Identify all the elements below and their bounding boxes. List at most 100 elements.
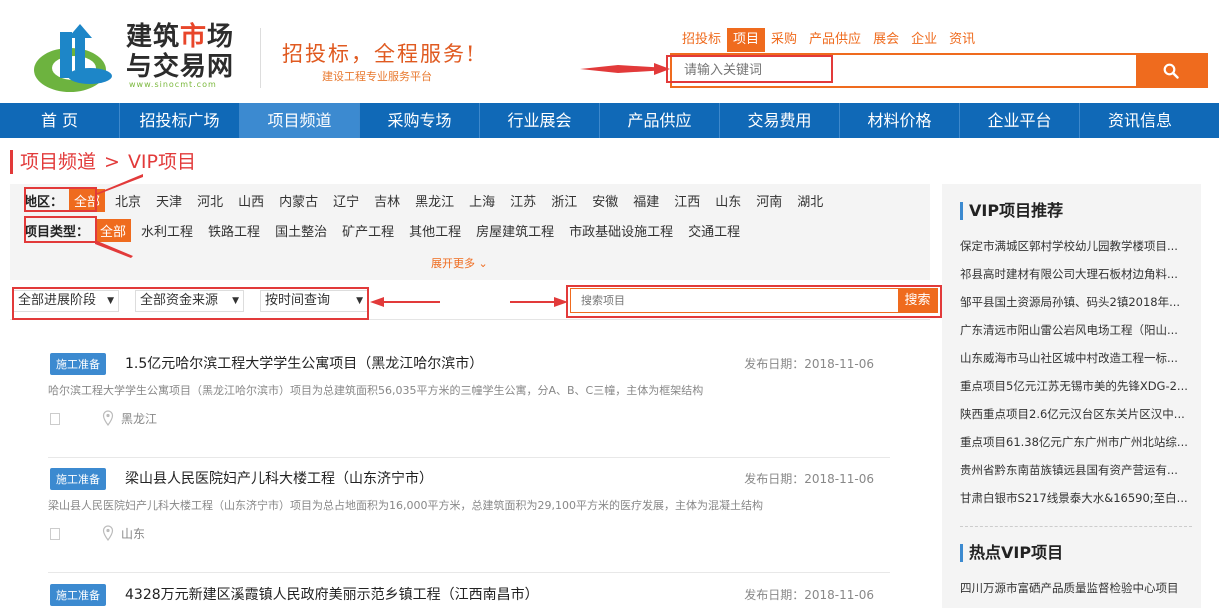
vip-recommend-title: VIP项目推荐 (960, 202, 1063, 220)
type-option[interactable]: 房屋建筑工程 (471, 219, 559, 242)
type-option[interactable]: 矿产工程 (337, 219, 399, 242)
slogan: 招投标，全程服务! (282, 42, 477, 66)
publish-date: 发布日期：2018-11-06 (744, 357, 874, 371)
breadcrumb-current: VIP项目 (127, 151, 196, 173)
nav-home[interactable]: 首 页 (0, 103, 120, 138)
type-option[interactable]: 全部 (95, 218, 132, 242)
publish-date: 发布日期：2018-11-06 (744, 472, 874, 486)
region-filter: 地区： 全部 北京 天津 河北 山西 内蒙古 辽宁 吉林 黑龙江 上海 江苏 浙… (24, 187, 833, 213)
dropdown-arrow-icon: ▼ (107, 296, 114, 306)
search-tab-product[interactable]: 产品供应 (803, 28, 867, 52)
region-option[interactable]: 黑龙江 (410, 189, 459, 212)
region-option[interactable]: 河北 (192, 189, 228, 212)
type-option[interactable]: 其他工程 (404, 219, 466, 242)
nav-expo[interactable]: 行业展会 (480, 103, 600, 138)
status-badge: 施工准备 (50, 468, 106, 490)
project-location: 黑龙江 (121, 412, 158, 426)
project-title[interactable]: 4328万元新建区溪霞镇人民政府美丽示范乡镇工程（江西南昌市） (125, 584, 539, 604)
main-search (670, 53, 1208, 88)
type-option[interactable]: 铁路工程 (203, 219, 265, 242)
search-button[interactable] (1136, 55, 1206, 86)
region-option[interactable]: 湖北 (792, 189, 828, 212)
list-item[interactable]: 重点项目61.38亿元广东广州市广州北站综... (960, 428, 1192, 456)
region-option[interactable]: 河南 (751, 189, 787, 212)
status-badge: 施工准备 (50, 353, 106, 375)
type-option[interactable]: 市政基础设施工程 (564, 219, 678, 242)
region-label: 地区： (24, 194, 64, 210)
nav-news[interactable]: 资讯信息 (1080, 103, 1200, 138)
list-item[interactable]: 贵州省黔东南苗族镇远县国有资产营运有... (960, 456, 1192, 484)
nav-material-price[interactable]: 材料价格 (840, 103, 960, 138)
time-select[interactable]: 按时间查询 ▼ (260, 290, 368, 312)
region-option[interactable]: 山西 (233, 189, 269, 212)
region-option[interactable]: 江苏 (505, 189, 541, 212)
search-tab-bidding[interactable]: 招投标 (676, 28, 727, 52)
type-option[interactable]: 国土整治 (270, 219, 332, 242)
site-url: www.sinocmt.com (129, 80, 217, 89)
project-search-input[interactable] (571, 289, 891, 312)
search-icon (1163, 63, 1179, 79)
project-location: 山东 (121, 527, 146, 541)
region-option[interactable]: 吉林 (369, 189, 405, 212)
list-item[interactable]: 四川万源市富硒产品质量监督检验中心项目 (960, 574, 1192, 602)
region-option[interactable]: 内蒙古 (274, 189, 323, 212)
project-search-button[interactable]: 搜索 (898, 289, 937, 312)
nav-purchase[interactable]: 采购专场 (360, 103, 480, 138)
type-option[interactable]: 交通工程 (683, 219, 745, 242)
list-item[interactable]: 广东清远市阳山雷公岩风电场工程（阳山... (960, 316, 1192, 344)
nav-product[interactable]: 产品供应 (600, 103, 720, 138)
list-item[interactable]: 邹平县国土资源局孙镇、码头2镇2018年... (960, 288, 1192, 316)
list-item[interactable]: 重点项目5亿元江苏无锡市美的先锋XDG-2... (960, 372, 1192, 400)
search-tab-company[interactable]: 企业 (905, 28, 943, 52)
list-item[interactable]: 保定市满城区郭村学校幼儿园教学楼项目... (960, 232, 1192, 260)
list-item[interactable]: 山东威海市马山社区城中村改造工程一标... (960, 344, 1192, 372)
region-option[interactable]: 安徽 (587, 189, 623, 212)
nav-project[interactable]: 项目频道 (240, 103, 360, 138)
divider (960, 526, 1192, 527)
list-item[interactable]: 甘肃白银市S217线景泰大水&16590;至白... (960, 484, 1192, 512)
hot-vip-title: 热点VIP项目 (960, 544, 1063, 562)
hot-vip-list: 四川万源市富硒产品质量监督检验中心项目 (960, 574, 1192, 602)
list-item[interactable]: 陕西重点项目2.6亿元汉台区东关片区汉中... (960, 400, 1192, 428)
nav-bidding[interactable]: 招投标广场 (120, 103, 240, 138)
region-option[interactable]: 天津 (151, 189, 187, 212)
location-pin-icon (102, 525, 114, 541)
sort-bar: 全部进展阶段 ▼ 全部资金来源 ▼ 按时间查询 ▼ 搜索 (10, 284, 938, 320)
region-option[interactable]: 山东 (710, 189, 746, 212)
expand-more-link[interactable]: 展开更多 ⌄ (431, 255, 488, 271)
time-select-value: 按时间查询 (265, 293, 331, 308)
breadcrumb-parent[interactable]: 项目频道 (20, 151, 96, 173)
nav-fees[interactable]: 交易费用 (720, 103, 840, 138)
project-desc: 哈尔滨工程大学学生公寓项目（黑龙江哈尔滨市）项目为总建筑面积56,035平方米的… (48, 384, 704, 397)
search-tabs: 招投标 项目 采购 产品供应 展会 企业 资讯 (676, 28, 981, 52)
region-option[interactable]: 北京 (110, 189, 146, 212)
region-option[interactable]: 浙江 (546, 189, 582, 212)
list-item[interactable]: 祁县高时建材有限公司大理石板材边角料... (960, 260, 1192, 288)
project-search: 搜索 (570, 288, 938, 313)
header: 建筑市场 与交易网 www.sinocmt.com 招投标，全程服务! 建设工程… (0, 0, 1219, 103)
search-tab-purchase[interactable]: 采购 (765, 28, 803, 52)
fund-select[interactable]: 全部资金来源 ▼ (135, 290, 244, 312)
project-title[interactable]: 1.5亿元哈尔滨工程大学学生公寓项目（黑龙江哈尔滨市） (125, 353, 483, 373)
region-option[interactable]: 福建 (628, 189, 664, 212)
project-title[interactable]: 梁山县人民医院妇产儿科大楼工程（山东济宁市） (125, 468, 433, 488)
search-tab-expo[interactable]: 展会 (867, 28, 905, 52)
type-option[interactable]: 水利工程 (136, 219, 198, 242)
expand-more-label: 展开更多 (431, 257, 475, 270)
region-option[interactable]: 辽宁 (328, 189, 364, 212)
location-pin-icon (102, 410, 114, 426)
site-name: 建筑市场 与交易网 (126, 22, 235, 82)
keyword-search-input[interactable] (672, 55, 1138, 86)
region-option[interactable]: 全部 (69, 188, 106, 212)
site-logo-icon[interactable] (30, 18, 120, 94)
nav-enterprise[interactable]: 企业平台 (960, 103, 1080, 138)
search-tab-project[interactable]: 项目 (727, 28, 766, 52)
fund-select-value: 全部资金来源 (140, 293, 219, 308)
region-option[interactable]: 上海 (464, 189, 500, 212)
region-option[interactable]: 江西 (669, 189, 705, 212)
stage-select[interactable]: 全部进展阶段 ▼ (13, 290, 119, 312)
vip-recommend-list: 保定市满城区郭村学校幼儿园教学楼项目... 祁县高时建材有限公司大理石板材边角料… (960, 232, 1192, 512)
divider (260, 28, 261, 88)
project-item: 施工准备 4328万元新建区溪霞镇人民政府美丽示范乡镇工程（江西南昌市） 发布日… (48, 574, 890, 608)
search-tab-news[interactable]: 资讯 (943, 28, 981, 52)
